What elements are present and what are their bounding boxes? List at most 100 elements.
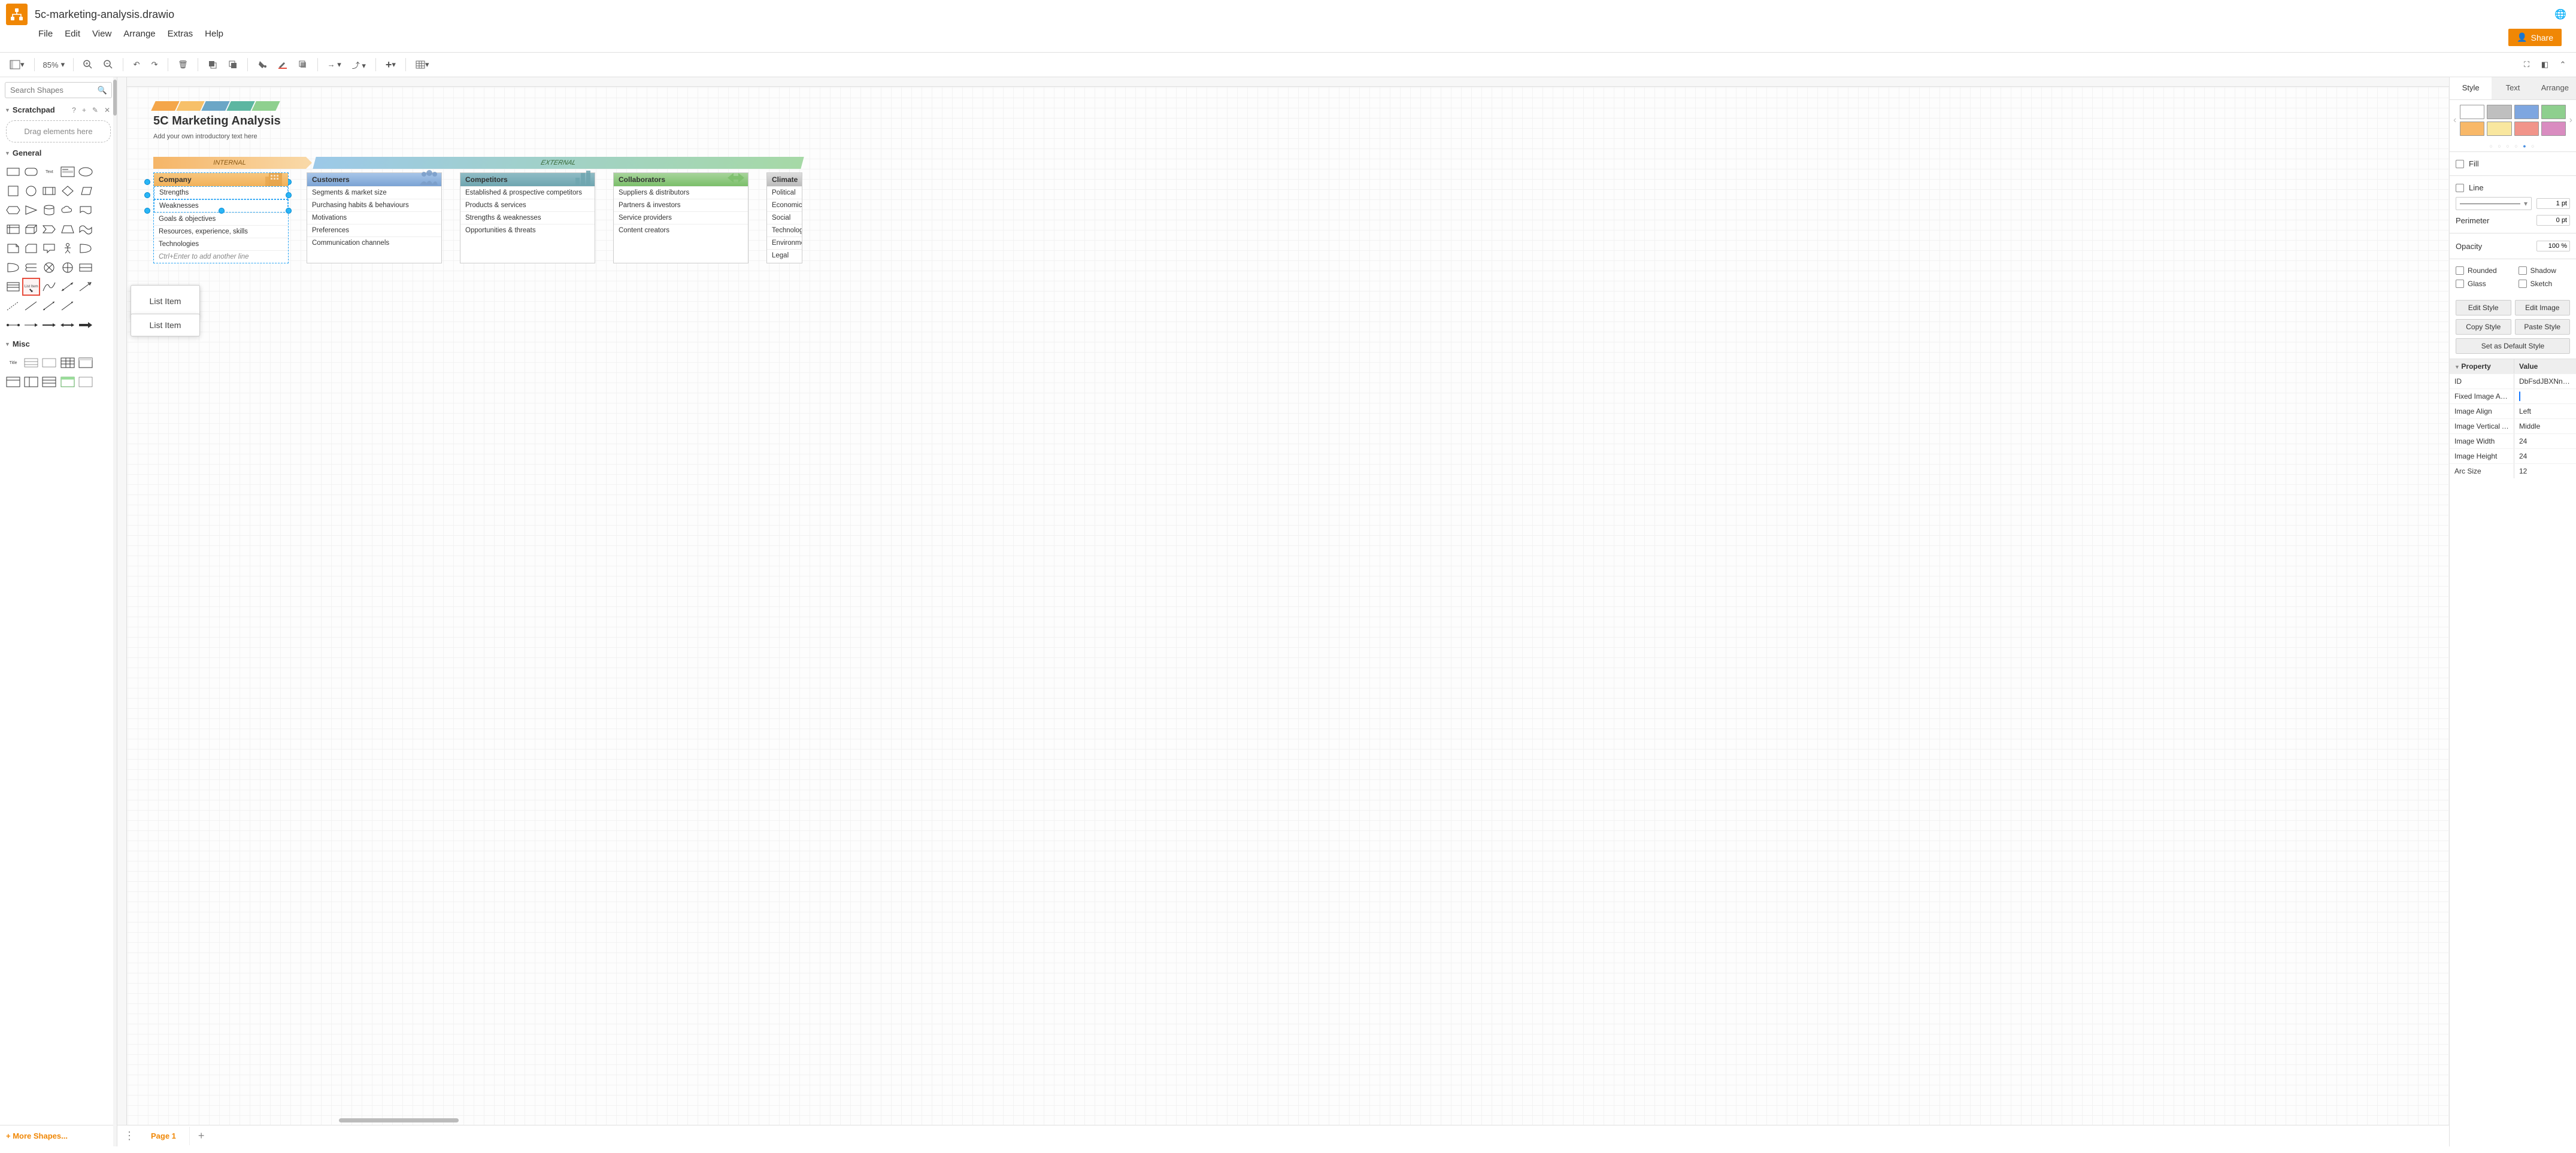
shadow-checkbox[interactable]	[2519, 266, 2527, 275]
shape-rounded-rect[interactable]	[23, 163, 40, 180]
shape-text[interactable]: Text	[41, 163, 57, 180]
shape-arrow[interactable]	[77, 278, 94, 295]
opacity-input[interactable]	[2536, 241, 2570, 251]
add-page-icon[interactable]: +	[190, 1125, 213, 1146]
shape-table4[interactable]	[23, 374, 40, 390]
shape-dir-thin[interactable]	[59, 298, 75, 314]
search-icon[interactable]: 🔍	[98, 86, 107, 95]
shape-or[interactable]	[77, 240, 94, 257]
swatch[interactable]	[2541, 105, 2566, 119]
shape-list[interactable]	[5, 278, 22, 295]
band-internal[interactable]: INTERNAL	[153, 157, 306, 169]
format-panel-icon[interactable]: ◧	[2538, 56, 2552, 73]
card-row[interactable]: Legal	[767, 249, 802, 262]
shape-step[interactable]	[41, 221, 57, 238]
connection-icon[interactable]: → ▾	[324, 56, 345, 73]
shape-conn-arrow[interactable]	[23, 317, 40, 333]
swatch[interactable]	[2514, 122, 2539, 136]
search-shapes-input[interactable]	[5, 82, 112, 98]
shape-dashed[interactable]	[5, 298, 22, 314]
edit-scratchpad-icon[interactable]: ✎	[90, 106, 100, 114]
card-row[interactable]: Environmental	[767, 236, 802, 249]
line-color-icon[interactable]	[274, 56, 291, 73]
menu-edit[interactable]: Edit	[65, 29, 80, 46]
shape-conn-arrow2[interactable]	[41, 317, 57, 333]
shape-table-green[interactable]	[59, 374, 75, 390]
zoom-level[interactable]: 85% ▾	[41, 60, 68, 69]
prop-value[interactable]: 24	[2514, 434, 2576, 448]
shape-triangle[interactable]	[23, 202, 40, 219]
shape-table6[interactable]	[77, 374, 94, 390]
app-logo[interactable]	[6, 4, 28, 25]
shape-heading[interactable]	[59, 163, 75, 180]
rounded-checkbox[interactable]	[2456, 266, 2464, 275]
sidebar-scrollbar[interactable]	[113, 80, 117, 116]
waypoint-icon[interactable]: ⤴ ▾	[348, 56, 369, 73]
page-tab[interactable]: Page 1	[138, 1127, 190, 1145]
shape-note[interactable]	[5, 240, 22, 257]
card-row[interactable]: Products & services	[460, 199, 595, 211]
shape-circle[interactable]	[23, 183, 40, 199]
shape-conn-thick[interactable]	[77, 317, 94, 333]
prop-value[interactable]: Middle	[2514, 419, 2576, 433]
shape-xor[interactable]	[41, 259, 57, 276]
more-shapes-button[interactable]: + More Shapes...	[0, 1125, 117, 1146]
card-row[interactable]: Technological	[767, 224, 802, 236]
tab-text[interactable]: Text	[2492, 77, 2533, 99]
card-collaborators[interactable]: Collaborators Suppliers & distributors P…	[613, 172, 748, 263]
redo-icon[interactable]: ↷	[147, 56, 162, 73]
card-header[interactable]: Collaborators	[614, 173, 748, 186]
shape-cube[interactable]	[23, 221, 40, 238]
diagram-title[interactable]: 5C Marketing Analysis	[153, 114, 802, 128]
shape-document[interactable]	[77, 202, 94, 219]
shape-cloud[interactable]	[59, 202, 75, 219]
collapse-general-icon[interactable]: ▼	[5, 150, 10, 156]
perimeter-input[interactable]	[2536, 215, 2570, 226]
card-company[interactable]: Company Strengths Weaknesses Goals & obj…	[153, 172, 289, 263]
card-row[interactable]: Preferences	[307, 224, 441, 236]
shape-bidir-thin[interactable]	[41, 298, 57, 314]
menu-view[interactable]: View	[92, 29, 111, 46]
shape-internal-storage[interactable]	[5, 221, 22, 238]
zoom-in-icon[interactable]	[80, 56, 96, 73]
shape-card[interactable]	[23, 240, 40, 257]
shape-line[interactable]	[23, 298, 40, 314]
card-row[interactable]: Goals & objectives	[154, 213, 288, 225]
language-icon[interactable]: 🌐	[2551, 8, 2570, 20]
card-row[interactable]: Content creators	[614, 224, 748, 236]
card-row[interactable]: Strengths	[154, 186, 288, 199]
swatch[interactable]	[2460, 105, 2484, 119]
insert-icon[interactable]: + ▾	[382, 56, 399, 73]
to-front-icon[interactable]	[204, 56, 221, 73]
prop-value[interactable]: 12	[2514, 464, 2576, 478]
swatch-prev-icon[interactable]: ‹	[2452, 115, 2457, 126]
card-row[interactable]: Service providers	[614, 211, 748, 224]
card-row[interactable]: Segments & market size	[307, 186, 441, 199]
delete-icon[interactable]: 🗑	[174, 56, 192, 73]
shape-table[interactable]	[59, 354, 75, 371]
shape-trapezoid[interactable]	[59, 221, 75, 238]
close-scratchpad-icon[interactable]: ✕	[102, 106, 112, 114]
shape-sum[interactable]	[59, 259, 75, 276]
card-row[interactable]: Opportunities & threats	[460, 224, 595, 236]
undo-icon[interactable]: ↶	[129, 56, 144, 73]
tab-style[interactable]: Style	[2450, 77, 2492, 99]
card-header[interactable]: Company	[154, 173, 288, 186]
scratchpad-dropzone[interactable]: Drag elements here	[6, 120, 111, 142]
shape-and[interactable]	[5, 259, 22, 276]
card-row[interactable]: Communication channels	[307, 236, 441, 249]
pages-menu-icon[interactable]: ⋮	[121, 1130, 138, 1142]
card-row[interactable]: Strengths & weaknesses	[460, 211, 595, 224]
shape-kv2[interactable]	[41, 354, 57, 371]
shape-diamond[interactable]	[59, 183, 75, 199]
shape-hexagon[interactable]	[5, 202, 22, 219]
shadow-icon[interactable]	[295, 56, 311, 73]
table-icon[interactable]: ▾	[412, 56, 433, 73]
collapse-misc-icon[interactable]: ▼	[5, 341, 10, 347]
prop-value[interactable]: DbFsdJBXNnSYC	[2514, 374, 2576, 389]
line-style-dropdown[interactable]: ▾	[2456, 197, 2532, 210]
fill-checkbox[interactable]	[2456, 160, 2464, 168]
shape-ellipse[interactable]	[77, 163, 94, 180]
swatch[interactable]	[2460, 122, 2484, 136]
swatch[interactable]	[2514, 105, 2539, 119]
